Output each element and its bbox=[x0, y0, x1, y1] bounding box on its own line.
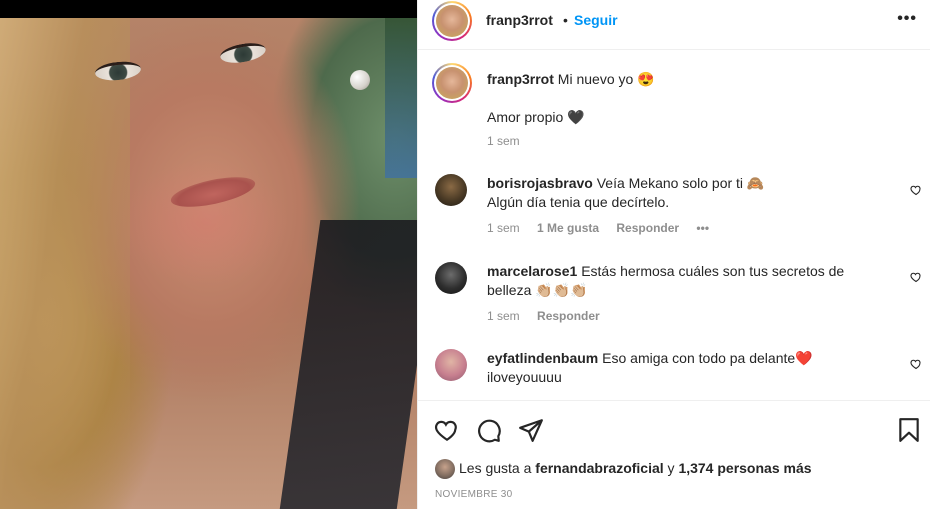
comment-body: Eso amiga con todo pa delante❤️ bbox=[602, 350, 813, 366]
separator-dot: • bbox=[563, 12, 568, 28]
commenter-avatar[interactable] bbox=[435, 262, 467, 294]
commenter-avatar[interactable] bbox=[435, 174, 467, 206]
likes-connector: y bbox=[667, 460, 675, 476]
caption-username[interactable]: franp3rrot bbox=[487, 71, 554, 87]
photo-earring bbox=[350, 70, 370, 90]
caption: franp3rrot Mi nuevo yo 😍 bbox=[487, 71, 655, 88]
post-date[interactable]: NOVIEMBRE 30 bbox=[435, 489, 513, 500]
post-photo[interactable] bbox=[0, 0, 417, 509]
follow-button[interactable]: Seguir bbox=[574, 12, 618, 28]
reply-button[interactable]: Responder bbox=[537, 309, 600, 323]
post-header: franp3rrot • Seguir ••• bbox=[418, 0, 930, 50]
likes-prefix: Les gusta a bbox=[459, 460, 532, 476]
caption-time[interactable]: 1 sem bbox=[487, 134, 520, 148]
comment-body: Veía Mekano solo por ti 🙈 bbox=[596, 175, 765, 191]
reply-button[interactable]: Responder bbox=[616, 221, 679, 235]
commenter-avatar[interactable] bbox=[435, 349, 467, 381]
likes-text: Les gusta a fernandabrazoficial y 1,374 … bbox=[459, 460, 812, 476]
comment-time[interactable]: 1 sem bbox=[487, 221, 520, 235]
comment-meta: 1 sem Responder bbox=[487, 309, 614, 323]
liker-avatar[interactable] bbox=[435, 459, 455, 479]
commenter-username[interactable]: marcelarose1 bbox=[487, 263, 577, 279]
author-username[interactable]: franp3rrot bbox=[486, 12, 553, 28]
caption-text: Mi nuevo yo 😍 bbox=[557, 71, 655, 87]
comment-text: borisrojasbravo Veía Mekano solo por ti … bbox=[487, 174, 887, 212]
comment-text: marcelarose1 Estás hermosa cuáles son tu… bbox=[487, 262, 887, 300]
like-heart-icon[interactable] bbox=[434, 417, 460, 443]
photo-hair bbox=[0, 18, 130, 509]
commenter-username[interactable]: borisrojasbravo bbox=[487, 175, 593, 191]
post-actions: Les gusta a fernandabrazoficial y 1,374 … bbox=[418, 400, 930, 509]
comment-body-line2: iloveyouuuu bbox=[487, 369, 562, 385]
comment-time[interactable]: 1 sem bbox=[487, 309, 520, 323]
comment-icon[interactable] bbox=[476, 417, 502, 443]
post-panel: franp3rrot • Seguir ••• franp3rrot Mi nu… bbox=[417, 0, 930, 509]
liker-username[interactable]: fernandabrazoficial bbox=[535, 460, 663, 476]
comment-body-line2: belleza 👏🏼👏🏼👏🏼 bbox=[487, 282, 588, 298]
author-avatar[interactable] bbox=[432, 1, 472, 41]
comment-more-icon[interactable]: ••• bbox=[696, 221, 709, 235]
heart-icon[interactable] bbox=[910, 184, 922, 196]
commenter-username[interactable]: eyfatlindenbaum bbox=[487, 350, 598, 366]
comment-meta: 1 sem 1 Me gusta Responder ••• bbox=[487, 221, 723, 235]
share-icon[interactable] bbox=[518, 417, 544, 443]
heart-icon[interactable] bbox=[910, 271, 922, 283]
save-bookmark-icon[interactable] bbox=[896, 417, 922, 443]
likes-count[interactable]: 1,374 personas más bbox=[678, 460, 811, 476]
more-options-icon[interactable]: ••• bbox=[897, 10, 917, 28]
photo-background bbox=[385, 18, 417, 178]
comment-body: Estás hermosa cuáles son tus secretos de bbox=[581, 263, 845, 279]
caption-avatar[interactable] bbox=[432, 63, 472, 103]
comment-text: eyfatlindenbaum Eso amiga con todo pa de… bbox=[487, 349, 887, 387]
heart-icon[interactable] bbox=[910, 358, 922, 370]
comment-body-line2: Algún día tenia que decírtelo. bbox=[487, 194, 670, 210]
comment-likes[interactable]: 1 Me gusta bbox=[537, 221, 599, 235]
caption-extra: Amor propio 🖤 bbox=[487, 109, 585, 125]
